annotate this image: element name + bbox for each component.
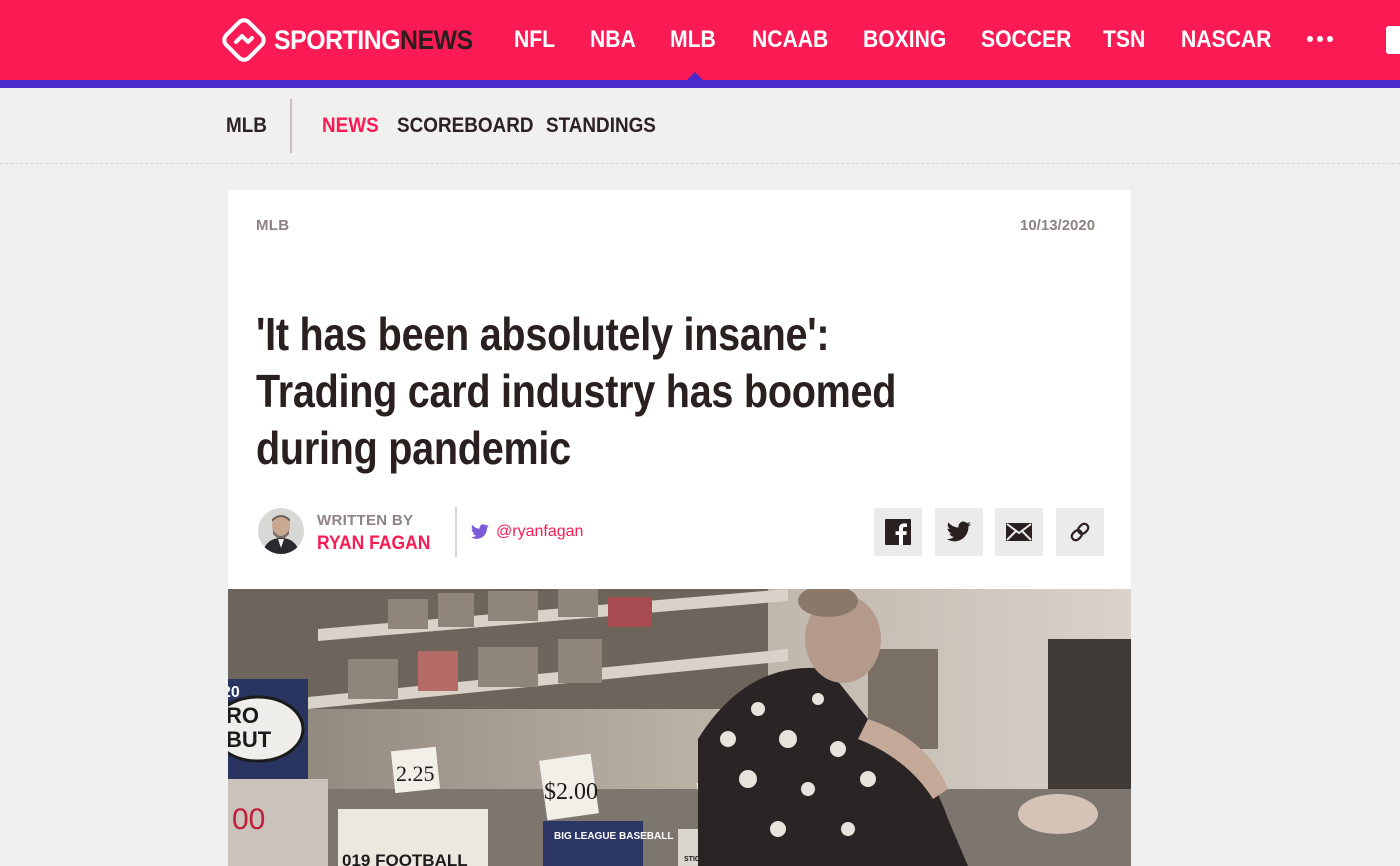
article-headline: 'It has been absolutely insane': Trading… [256,308,897,474]
hero-price-tag-200: $2.00 [544,779,598,805]
hero-box-label-ro: RO [228,703,259,728]
subnav-divider [290,99,292,153]
written-by-label: WRITTEN BY [317,512,414,529]
nav-item-nfl[interactable]: NFL [514,22,555,58]
more-dots-icon[interactable] [1307,36,1333,42]
sporting-news-logo[interactable]: SPORTINGNEWS [222,18,490,62]
author-divider [455,507,457,557]
nav-item-tsn[interactable]: TSN [1103,22,1145,58]
hero-price-red: 00 [232,803,265,836]
hero-box-label-football: 019 FOOTBALL [342,851,468,866]
link-icon [1070,522,1090,542]
article-date: 10/13/2020 [1020,217,1096,234]
nav-item-soccer[interactable]: SOCCER [981,22,1071,58]
nav-item-ncaab[interactable]: NCAAB [752,22,828,58]
subnav-link-scoreboard[interactable]: SCOREBOARD [397,114,534,138]
author-avatar[interactable] [258,508,304,554]
twitter-icon [946,521,971,542]
league-subnav [0,88,1400,164]
article-hero-image[interactable]: 20 RO BUT 00 019 FOOTBALL BIG LEAGUE BAS… [228,589,1131,866]
hero-box-year: 20 [228,684,240,701]
logo-wordmark: SPORTINGNEWS [274,24,473,55]
share-link-button[interactable] [1056,508,1104,556]
share-twitter-button[interactable] [935,508,983,556]
card-shop-photo: 20 RO BUT 00 019 FOOTBALL BIG LEAGUE BAS… [228,589,1131,866]
search-button-partial[interactable] [1386,26,1400,54]
twitter-handle-text: @ryanfagan [496,523,584,540]
share-email-button[interactable] [995,508,1043,556]
share-facebook-button[interactable] [874,508,922,556]
facebook-icon [885,519,911,545]
active-nav-indicator [687,72,703,80]
article-category[interactable]: MLB [256,217,289,234]
author-twitter-link[interactable]: @ryanfagan [470,523,583,541]
hero-box-label-but: BUT [228,727,272,752]
nav-item-nba[interactable]: NBA [590,22,636,58]
subnav-league-title[interactable]: MLB [226,114,267,138]
nav-item-boxing[interactable]: BOXING [863,22,946,58]
hero-price-tag-225: 2.25 [396,761,435,786]
subnav-link-standings[interactable]: STANDINGS [546,114,656,138]
subnav-link-news[interactable]: NEWS [322,114,379,138]
hero-box-label-big-league: BIG LEAGUE BASEBALL [554,831,673,842]
nav-item-nascar[interactable]: NASCAR [1181,22,1271,58]
author-name-link[interactable]: RYAN FAGAN [317,533,430,555]
twitter-bird-icon [470,524,489,539]
navbar-accent-stripe [0,80,1400,88]
logo-mark-icon [222,18,266,62]
logo-news-text: NEWS [400,24,473,55]
email-icon [1006,523,1032,541]
nav-item-mlb[interactable]: MLB [670,22,716,58]
logo-sport-text: SPORTING [274,24,401,55]
